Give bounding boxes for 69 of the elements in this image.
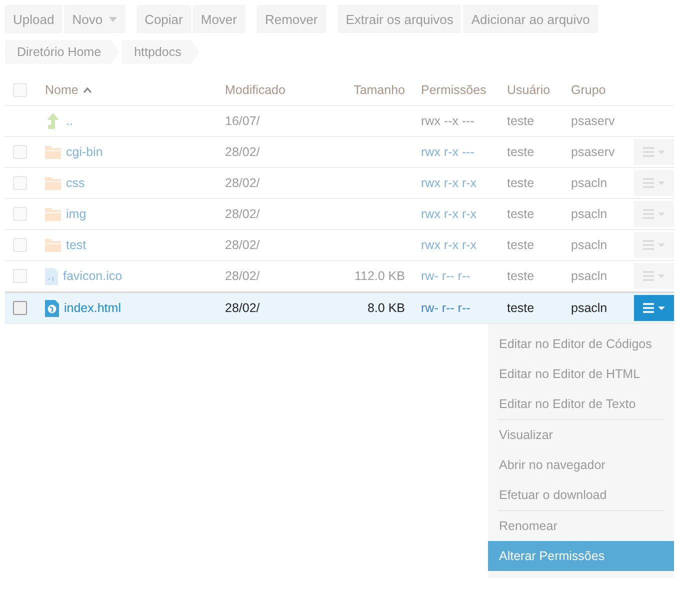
user-name: teste bbox=[507, 301, 534, 315]
menu-icon bbox=[643, 240, 665, 250]
menu-item[interactable]: Abrir no navegador bbox=[488, 450, 674, 480]
up-arrow-icon bbox=[45, 113, 61, 129]
menu-icon bbox=[643, 271, 665, 281]
group-name: psacln bbox=[571, 238, 608, 252]
select-all-checkbox[interactable] bbox=[13, 83, 27, 97]
breadcrumb-item[interactable]: httpdocs bbox=[122, 40, 200, 64]
user-name: teste bbox=[507, 114, 534, 128]
user-name: teste bbox=[507, 176, 534, 190]
menu-item[interactable]: Editar no Editor de Texto bbox=[488, 389, 674, 419]
modified-date: 28/02/ bbox=[225, 176, 260, 190]
group-name: psacln bbox=[571, 269, 608, 283]
permissions-link[interactable]: rwx r-x r-x bbox=[421, 176, 477, 190]
folder-icon bbox=[45, 238, 61, 252]
menu-icon bbox=[643, 147, 665, 157]
user-name: teste bbox=[507, 207, 534, 221]
group-name: psaserv bbox=[571, 114, 615, 128]
menu-item[interactable]: Visualizar bbox=[488, 420, 674, 450]
user-name: teste bbox=[507, 269, 534, 283]
menu-item[interactable]: Editar no Editor de Códigos bbox=[488, 329, 674, 359]
binary-file-icon bbox=[45, 268, 58, 284]
modified-date: 28/02/ bbox=[225, 207, 260, 221]
file-name-link[interactable]: img bbox=[66, 207, 86, 221]
file-name-link[interactable]: css bbox=[66, 176, 85, 190]
menu-item[interactable]: Editar no Editor de HTML bbox=[488, 359, 674, 389]
file-name-link[interactable]: .. bbox=[66, 114, 73, 128]
file-name-link[interactable]: test bbox=[66, 238, 86, 252]
user-name: teste bbox=[507, 145, 534, 159]
modified-date: 16/07/ bbox=[225, 114, 260, 128]
file-name-link[interactable]: cgi-bin bbox=[66, 145, 103, 159]
column-header[interactable]: Tamanho bbox=[354, 83, 405, 97]
menu-item[interactable]: Alterar Permissões bbox=[488, 541, 674, 571]
permissions-link[interactable]: rw- r-- r-- bbox=[421, 269, 470, 283]
permissions-link[interactable]: rw- r-- r-- bbox=[421, 301, 470, 315]
modified-date: 28/02/ bbox=[225, 269, 260, 283]
user-name: teste bbox=[507, 238, 534, 252]
globe-file-icon bbox=[45, 300, 59, 316]
menu-item[interactable]: Efetuar o download bbox=[488, 480, 674, 510]
menu-icon bbox=[643, 303, 665, 313]
file-size: 8.0 KB bbox=[367, 301, 405, 315]
file-size: 112.0 KB bbox=[354, 269, 405, 283]
column-header[interactable]: Permissões bbox=[421, 83, 486, 97]
group-name: psacln bbox=[571, 301, 608, 315]
folder-icon bbox=[45, 145, 61, 159]
folder-icon bbox=[45, 207, 61, 221]
column-header[interactable]: Grupo bbox=[571, 83, 606, 97]
permissions-link[interactable]: rwx r-x r-x bbox=[421, 207, 477, 221]
column-header[interactable]: Nome bbox=[45, 83, 92, 97]
caret-icon bbox=[108, 16, 117, 22]
group-name: psaserv bbox=[571, 145, 615, 159]
column-header[interactable]: Usuário bbox=[507, 83, 550, 97]
permissions-link[interactable]: rwx r-x --- bbox=[421, 145, 474, 159]
menu-icon bbox=[643, 178, 665, 188]
permissions-link[interactable]: rwx r-x r-x bbox=[421, 238, 477, 252]
menu-icon bbox=[643, 209, 665, 219]
row-actions-button[interactable] bbox=[634, 295, 674, 321]
menu-item[interactable]: Renomear bbox=[488, 511, 674, 541]
modified-date: 28/02/ bbox=[225, 238, 260, 252]
group-name: psacln bbox=[571, 176, 608, 190]
modified-date: 28/02/ bbox=[225, 301, 260, 315]
modified-date: 28/02/ bbox=[225, 145, 260, 159]
row-checkbox[interactable] bbox=[13, 301, 27, 315]
group-name: psacln bbox=[571, 207, 608, 221]
file-name-link[interactable]: favicon.ico bbox=[63, 269, 122, 283]
breadcrumb-item[interactable]: Diretório Home bbox=[5, 40, 120, 64]
file-name-link[interactable]: index.html bbox=[64, 301, 121, 315]
folder-icon bbox=[45, 176, 61, 190]
column-header[interactable]: Modificado bbox=[225, 83, 286, 97]
